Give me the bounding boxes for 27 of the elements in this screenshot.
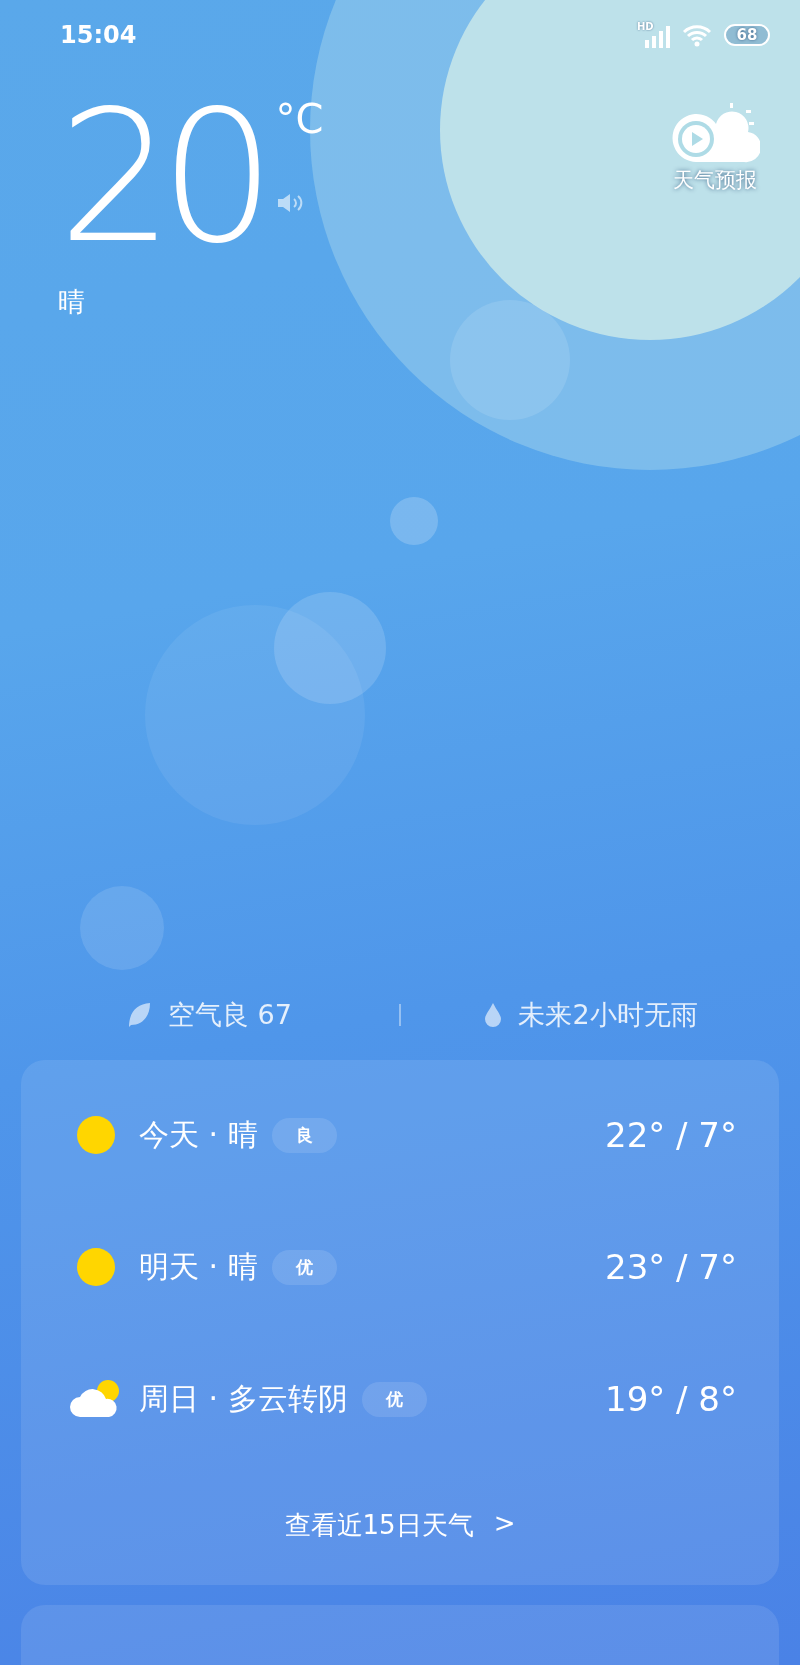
sun-icon [76,1247,116,1287]
air-quality-badge: 优 [361,1381,427,1417]
rain-forecast[interactable]: 未来2小时无雨 [518,997,698,1033]
day-weather: 周日 · 多云转阴 [139,1379,348,1418]
air-quality-badge: 良 [271,1117,337,1153]
video-forecast-icon[interactable] [670,102,760,164]
day-weather: 今天 · 晴 [139,1115,258,1154]
temperature-range: 22° / 7° [605,1115,737,1155]
water-drop-icon [484,1002,503,1028]
sun-icon [76,1115,116,1155]
air-quality-badge: 优 [271,1249,337,1285]
wifi-icon [682,23,712,47]
temperature-range: 19° / 8° [605,1379,737,1419]
cloud-sun-icon [70,1379,122,1419]
leaf-icon [126,1001,152,1029]
battery-icon: 68 [724,24,770,46]
status-time: 15:04 [60,21,137,49]
forecast-button-label[interactable]: 天气预报 [673,166,757,194]
fifteen-day-link[interactable]: 查看近15日天气 > [284,1507,516,1543]
temperature-range: 23° / 7° [605,1247,737,1287]
air-quality[interactable]: 空气良 67 [168,997,292,1033]
temperature: 20 [58,92,262,262]
light-spot [390,497,438,545]
temperature-unit: °C [275,96,324,142]
speaker-icon[interactable] [275,192,304,214]
weather-condition: 晴 [58,285,86,319]
day-weather: 明天 · 晴 [139,1247,258,1286]
